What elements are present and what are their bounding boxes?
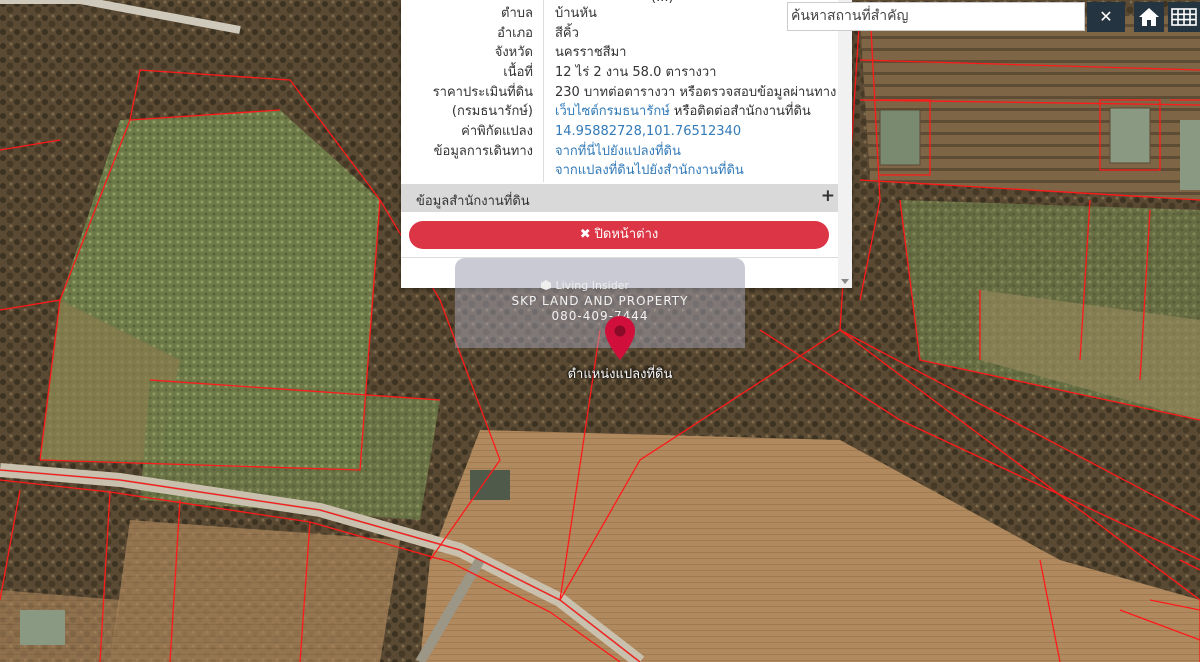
home-icon xyxy=(1139,8,1159,26)
table-row-coordinates: ค่าพิกัดแปลง 14.95882728,101.76512340 xyxy=(401,122,838,142)
row-label: ราคาประเมินที่ดิน xyxy=(432,85,533,100)
section-title: ข้อมูลสำนักงานที่ดิน xyxy=(416,194,530,209)
close-window-button[interactable]: ✖ ปิดหน้าต่าง xyxy=(409,221,829,249)
table-row-area: เนื้อที่ 12 ไร่ 2 งาน 58.0 ตารางวา xyxy=(401,63,838,83)
row-value: นครราชสีมา xyxy=(555,45,627,60)
land-office-section-toggle[interactable]: ข้อมูลสำนักงานที่ดิน + xyxy=(401,184,838,212)
clear-search-button[interactable]: ✕ xyxy=(1087,2,1125,32)
table-row-treasury: (กรมธนารักษ์) เว็บไซต์กรมธนารักษ์ หรือติ… xyxy=(401,102,838,122)
table-row-directions-office: จากแปลงที่ดินไปยังสำนักงานที่ดิน xyxy=(401,161,838,181)
table-row-province: จังหวัด นครราชสีมา xyxy=(401,43,838,63)
popup-scrollbar[interactable] xyxy=(838,0,852,288)
directions-to-parcel-link[interactable]: จากที่นี่ไปยังแปลงที่ดิน xyxy=(555,142,681,162)
row-label: เนื้อที่ xyxy=(503,65,533,80)
row-value: สีคิ้ว xyxy=(555,26,579,41)
row-value-group: เว็บไซต์กรมธนารักษ์ หรือติดต่อสำนักงานที… xyxy=(555,102,811,122)
treasury-website-link[interactable]: เว็บไซต์กรมธนารักษ์ xyxy=(555,104,670,119)
watermark-company: SKP LAND AND PROPERTY xyxy=(511,294,689,308)
row-value: บ้านหัน xyxy=(555,6,597,21)
popup-scroll-content[interactable]: (...) ตำบล บ้านหัน อำเภอ สีคิ้ว จังหวัด … xyxy=(401,0,838,288)
table-row-district: อำเภอ สีคิ้ว xyxy=(401,24,838,44)
brand-logo: Living Insider xyxy=(540,279,629,292)
table-row-subdistrict: ตำบล บ้านหัน xyxy=(401,4,838,24)
row-label: จังหวัด xyxy=(494,45,533,60)
row-label: ข้อมูลการเดินทาง xyxy=(433,144,533,159)
row-label: อำเภอ xyxy=(497,26,533,41)
row-value: 12 ไร่ 2 งาน 58.0 ตารางวา xyxy=(555,65,717,80)
close-button-label: ปิดหน้าต่าง xyxy=(594,227,659,242)
row-label: ตำบล xyxy=(501,6,533,21)
row-value-suffix: หรือติดต่อสำนักงานที่ดิน xyxy=(669,104,811,119)
grid-button[interactable] xyxy=(1168,2,1200,32)
table-row-directions: ข้อมูลการเดินทาง จากที่นี่ไปยังแปลงที่ดิ… xyxy=(401,142,838,162)
brand-name: Living Insider xyxy=(555,279,629,292)
grid-icon xyxy=(1171,8,1197,26)
brand-logo-icon xyxy=(541,280,551,290)
parcel-location-pin-icon[interactable] xyxy=(603,314,637,362)
landmark-search-box xyxy=(787,2,1085,31)
watermark-phone: 080-409-7444 xyxy=(551,309,649,323)
home-button[interactable] xyxy=(1134,2,1164,32)
row-label: (กรมธนารักษ์) xyxy=(451,104,533,119)
row-value: 230 บาทต่อตารางวา หรือตรวจสอบข้อมูลผ่านท… xyxy=(555,85,837,100)
row-label: ค่าพิกัดแปลง xyxy=(461,124,533,139)
directions-to-office-link[interactable]: จากแปลงที่ดินไปยังสำนักงานที่ดิน xyxy=(555,161,744,181)
parcel-info-popup: (...) ตำบล บ้านหัน อำเภอ สีคิ้ว จังหวัด … xyxy=(401,0,852,288)
coordinates-link[interactable]: 14.95882728,101.76512340 xyxy=(555,122,741,142)
table-row-appraisal: ราคาประเมินที่ดิน 230 บาทต่อตารางวา หรือ… xyxy=(401,83,838,103)
expand-plus-icon: + xyxy=(820,186,835,206)
close-icon: ✖ xyxy=(579,227,591,242)
pin-label: ตำแหน่งแปลงที่ดิน xyxy=(567,367,673,382)
scroll-down-arrow-icon[interactable] xyxy=(841,279,849,284)
landmark-search-input[interactable] xyxy=(788,3,1084,29)
